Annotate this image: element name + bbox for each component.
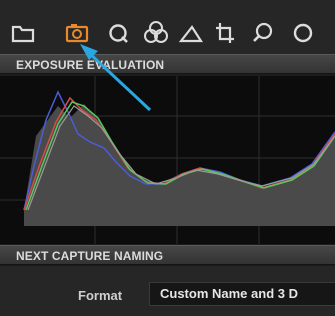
exposure-triangle-icon[interactable]: [178, 18, 204, 46]
exposure-evaluation-header[interactable]: EXPOSURE EVALUATION: [0, 54, 335, 74]
crop-icon[interactable]: [212, 18, 238, 46]
lens-icon[interactable]: [106, 18, 132, 46]
format-label: Format: [78, 288, 123, 303]
format-dropdown[interactable]: Custom Name and 3 D: [149, 282, 335, 306]
next-capture-naming-header[interactable]: NEXT CAPTURE NAMING: [0, 245, 335, 265]
naming-panel: Format Custom Name and 3 D: [0, 266, 335, 316]
search-icon[interactable]: [250, 18, 276, 46]
camera-icon[interactable]: [64, 18, 90, 46]
tool-tabs-bar: [0, 0, 335, 57]
more-tools-icon[interactable]: [289, 18, 315, 46]
histogram: [0, 76, 335, 244]
folder-icon[interactable]: [10, 18, 36, 46]
color-circles-icon[interactable]: [143, 18, 169, 46]
histogram-fill: [24, 104, 335, 226]
